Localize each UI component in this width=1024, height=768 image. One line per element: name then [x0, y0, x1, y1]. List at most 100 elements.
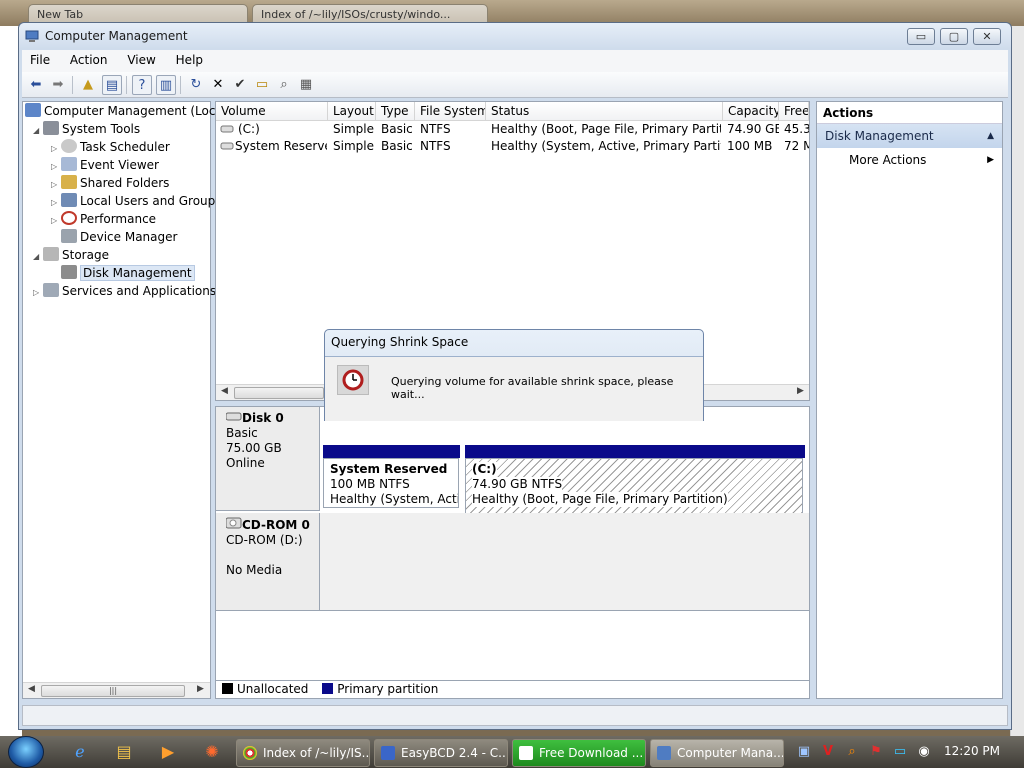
tree-label: Storage — [62, 248, 109, 262]
cell-status: Healthy (Boot, Page File, Primary Partit… — [491, 122, 721, 136]
taskbar-button-free-download[interactable]: Free Download ... — [512, 739, 646, 767]
column-type[interactable]: Type — [376, 102, 415, 121]
tree-label: Disk Management — [80, 265, 195, 281]
dialog-message: Querying volume for available shrink spa… — [391, 375, 674, 401]
partition-system-reserved[interactable]: System Reserved 100 MB NTFS Healthy (Sys… — [323, 445, 460, 508]
collapse-up-icon[interactable]: ▲ — [987, 124, 994, 148]
computer-management-icon — [657, 746, 671, 760]
collapse-arrow-icon[interactable]: ◢ — [33, 248, 43, 266]
tree-item-performance[interactable]: ▷ Performance — [51, 210, 156, 228]
cell-layout: Simple — [333, 139, 374, 153]
scroll-right-arrow-icon[interactable]: ▶ — [797, 386, 804, 396]
scroll-left-arrow-icon[interactable]: ◀ — [28, 684, 35, 694]
network-icon[interactable]: ▣ — [796, 744, 812, 760]
tree-item-local-users[interactable]: ▷ Local Users and Groups — [51, 192, 222, 210]
easybcd-icon — [381, 746, 395, 760]
expand-arrow-icon[interactable]: ▷ — [51, 212, 61, 230]
close-button[interactable]: ✕ — [973, 28, 1001, 45]
minimize-button[interactable]: ▭ — [907, 28, 935, 45]
tree-label: Device Manager — [80, 230, 178, 244]
search-tool-icon[interactable]: ⌕ — [844, 744, 860, 760]
more-actions-item[interactable]: More Actions ▶ — [817, 148, 1002, 172]
background-page-scrollbar[interactable] — [1010, 26, 1024, 738]
tree-item-task-scheduler[interactable]: ▷ Task Scheduler — [51, 138, 170, 156]
refresh-icon[interactable]: ↻ — [186, 75, 206, 95]
disk-layout-view: Disk 0 Basic 75.00 GB Online System Rese… — [215, 406, 810, 686]
clock[interactable]: 12:20 PM — [944, 744, 1000, 758]
cdrom-empty-area — [320, 513, 809, 611]
navigation-tree: Computer Management (Local ◢ System Tools… — [22, 101, 226, 699]
cdrom-0-label[interactable]: CD-ROM 0 CD-ROM (D:) No Media — [216, 513, 320, 611]
column-free[interactable]: Free — [779, 102, 809, 121]
scrollbar-thumb[interactable]: ||| — [41, 685, 185, 697]
toolbar-separator — [72, 76, 73, 94]
firefox-icon[interactable]: ✺ — [198, 740, 226, 764]
menu-action[interactable]: Action — [62, 50, 116, 67]
tree-item-shared-folders[interactable]: ▷ Shared Folders — [51, 174, 169, 192]
computer-management-icon — [25, 30, 39, 42]
open-folder-icon[interactable]: ▭ — [252, 75, 272, 95]
dialog-title: Querying Shrink Space — [331, 335, 469, 349]
maximize-button[interactable]: ▢ — [940, 28, 968, 45]
column-volume[interactable]: Volume — [216, 102, 328, 121]
file-explorer-icon[interactable]: ▤ — [110, 740, 138, 764]
event-viewer-icon — [61, 157, 77, 171]
properties-icon[interactable]: ✔ — [230, 75, 250, 95]
scrollbar-thumb[interactable] — [234, 387, 324, 399]
cdrom-drive: CD-ROM (D:) — [226, 533, 303, 547]
partition-status: Healthy (System, Active — [330, 492, 458, 506]
toolbar-separator — [180, 76, 181, 94]
column-file-system[interactable]: File System — [415, 102, 486, 121]
flag-icon[interactable]: ⚑ — [868, 744, 884, 760]
taskbar-button-easybcd[interactable]: EasyBCD 2.4 - C... — [374, 739, 508, 767]
menu-file[interactable]: File — [22, 50, 58, 67]
actions-section-disk-management[interactable]: Disk Management ▲ — [817, 124, 1002, 148]
antivirus-icon[interactable]: V — [820, 744, 836, 760]
taskbar: ℯ ▤ ▶ ✺ Index of /~lily/IS... EasyBCD 2.… — [0, 736, 1024, 768]
media-player-icon[interactable]: ▶ — [154, 740, 182, 764]
tree-item-disk-management[interactable]: Disk Management — [61, 264, 195, 282]
tree-item-services[interactable]: ▷ Services and Applications — [33, 282, 216, 300]
back-arrow-icon[interactable]: ⬅ — [26, 75, 46, 95]
volume-icon[interactable]: ◉ — [916, 744, 932, 760]
tree-item-system-tools[interactable]: ◢ System Tools — [33, 120, 140, 138]
taskbar-button-browser[interactable]: Index of /~lily/IS... — [236, 739, 370, 767]
tree-item-event-viewer[interactable]: ▷ Event Viewer — [51, 156, 159, 174]
tree-item-root[interactable]: Computer Management (Local — [25, 102, 226, 120]
collapse-arrow-icon[interactable]: ◢ — [33, 122, 43, 140]
column-layout[interactable]: Layout — [328, 102, 376, 121]
tree-item-storage[interactable]: ◢ Storage — [33, 246, 109, 264]
shared-folder-icon — [61, 175, 77, 189]
up-folder-icon[interactable]: ▲ — [78, 75, 98, 95]
background-tab-newtab[interactable]: New Tab — [28, 4, 248, 24]
disk-view-icon[interactable]: ▦ — [296, 75, 316, 95]
column-capacity[interactable]: Capacity — [723, 102, 779, 121]
help-icon[interactable]: ? — [132, 75, 152, 95]
window-titlebar[interactable]: Computer Management ▭ ▢ ✕ — [19, 23, 1011, 49]
window-title: Computer Management — [45, 29, 188, 43]
taskbar-button-computer-management[interactable]: Computer Mana... — [650, 739, 784, 767]
tree-item-device-manager[interactable]: Device Manager — [61, 228, 177, 246]
menu-view[interactable]: View — [119, 50, 163, 67]
start-button[interactable] — [8, 736, 44, 768]
display-icon[interactable]: ▭ — [892, 744, 908, 760]
scroll-left-arrow-icon[interactable]: ◀ — [221, 386, 228, 396]
disk-0-label[interactable]: Disk 0 Basic 75.00 GB Online — [216, 407, 320, 511]
show-hide-action-pane-icon[interactable]: ▥ — [156, 75, 176, 95]
scroll-right-arrow-icon[interactable]: ▶ — [197, 684, 204, 694]
column-status[interactable]: Status — [486, 102, 723, 121]
more-actions-label: More Actions — [849, 153, 927, 167]
cell-capacity: 74.90 GB — [727, 122, 779, 136]
search-icon[interactable]: ⌕ — [274, 75, 294, 95]
tree-horizontal-scrollbar[interactable]: ◀ ||| ▶ — [23, 682, 210, 698]
forward-arrow-icon[interactable]: ➡ — [48, 75, 68, 95]
internet-explorer-icon[interactable]: ℯ — [66, 740, 94, 764]
expand-arrow-icon[interactable]: ▷ — [33, 284, 43, 302]
primary-partition-bar — [323, 445, 460, 458]
volume-list-header: Volume Layout Type File System Status Ca… — [216, 102, 809, 121]
menu-help[interactable]: Help — [168, 50, 211, 67]
show-hide-tree-icon[interactable]: ▤ — [102, 75, 122, 95]
drive-icon — [220, 140, 236, 154]
background-tab-index[interactable]: Index of /~lily/ISOs/crusty/windo... — [252, 4, 488, 24]
delete-icon[interactable]: ✕ — [208, 75, 228, 95]
